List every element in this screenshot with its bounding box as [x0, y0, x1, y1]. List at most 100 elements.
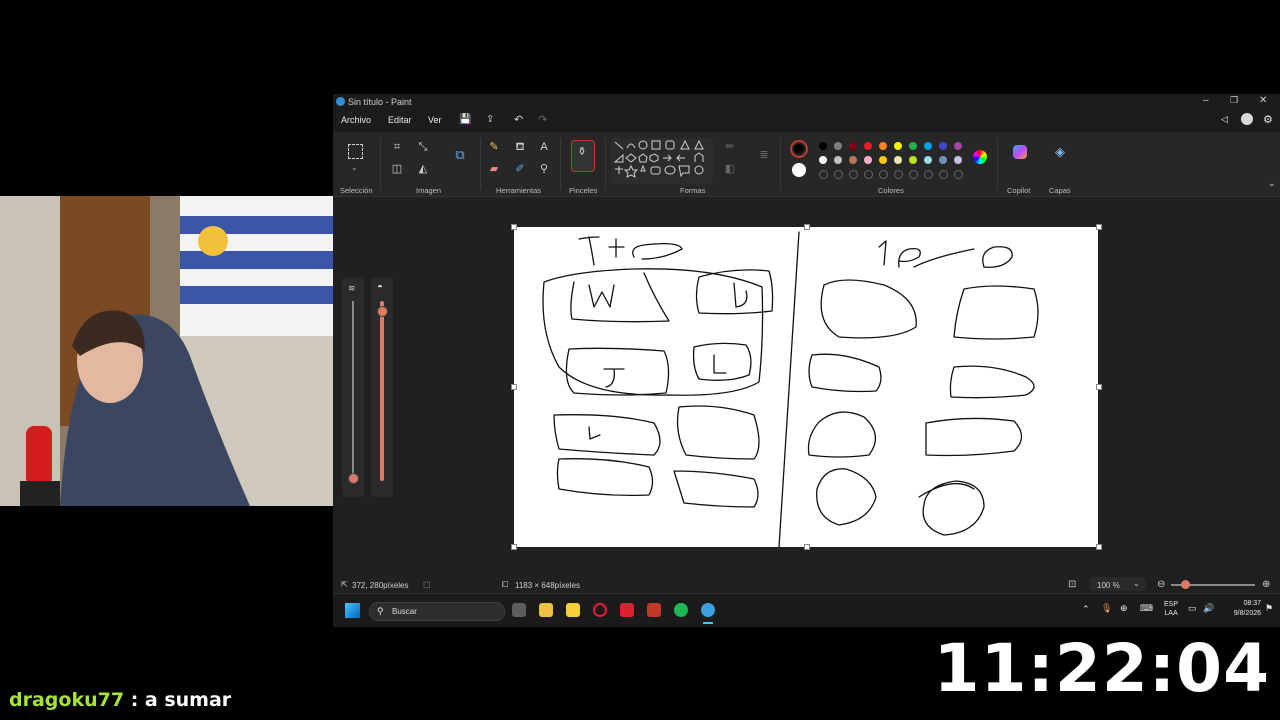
selection-dropdown-icon[interactable]: ⌄ — [351, 163, 358, 172]
wps-office-icon[interactable] — [620, 603, 634, 617]
palette-swatch-row1-10[interactable] — [954, 142, 962, 150]
custom-color-slot-1[interactable] — [819, 170, 828, 179]
edit-colors-icon[interactable] — [973, 150, 987, 164]
drawing-canvas[interactable] — [514, 227, 1098, 548]
image-select-icon[interactable]: ⧉ — [453, 148, 467, 161]
close-icon[interactable]: ✕ — [1259, 95, 1267, 106]
palette-swatch-row1-1[interactable] — [819, 142, 827, 150]
zoom-select[interactable]: 100 % ⌄ — [1091, 577, 1146, 591]
palette-swatch-row1-8[interactable] — [924, 142, 932, 150]
microphone-icon[interactable]: 🎙 — [1101, 603, 1112, 614]
canvas-handle-bottom[interactable] — [804, 544, 810, 550]
language-indicator[interactable]: ESP LAA — [1164, 600, 1178, 618]
text-icon[interactable]: A — [537, 141, 551, 153]
spotify-icon[interactable] — [674, 603, 688, 617]
palette-swatch-row1-3[interactable] — [849, 142, 857, 150]
palette-swatch-row2-9[interactable] — [939, 156, 947, 164]
streaming-app-icon[interactable] — [647, 603, 661, 617]
palette-swatch-row1-7[interactable] — [909, 142, 917, 150]
feedback-icon[interactable]: ◁ — [1221, 114, 1228, 125]
copilot-icon[interactable] — [1013, 145, 1027, 159]
palette-swatch-row2-6[interactable] — [894, 156, 902, 164]
palette-swatch-row1-5[interactable] — [879, 142, 887, 150]
palette-swatch-row2-10[interactable] — [954, 156, 962, 164]
custom-color-slot-5[interactable] — [879, 170, 888, 179]
custom-color-slot-10[interactable] — [954, 170, 963, 179]
palette-swatch-row2-5[interactable] — [879, 156, 887, 164]
show-hidden-icons[interactable]: ⌃ — [1082, 604, 1090, 615]
notifications-icon[interactable]: ⚑ — [1265, 603, 1273, 614]
secondary-color-swatch[interactable] — [792, 163, 806, 177]
palette-swatch-row2-8[interactable] — [924, 156, 932, 164]
account-icon[interactable] — [1241, 113, 1253, 125]
sticky-notes-icon[interactable] — [566, 603, 580, 617]
zoom-out-icon[interactable]: ⊖ — [1157, 579, 1165, 590]
restore-icon[interactable]: ❐ — [1230, 95, 1238, 106]
resize-icon[interactable]: ⤡ — [416, 141, 430, 153]
redo-icon[interactable]: ↷ — [538, 113, 547, 126]
opera-icon[interactable] — [593, 603, 607, 617]
palette-swatch-row2-3[interactable] — [849, 156, 857, 164]
custom-color-slot-4[interactable] — [864, 170, 873, 179]
display-icon[interactable]: ▭ — [1188, 603, 1197, 614]
keyboard-icon[interactable]: ⌨ — [1140, 603, 1153, 614]
palette-swatch-row1-6[interactable] — [894, 142, 902, 150]
canvas-handle-left[interactable] — [511, 384, 517, 390]
ribbon-collapse-icon[interactable]: ⌄ — [1268, 178, 1276, 189]
save-icon[interactable]: 💾 — [459, 114, 471, 125]
fill-icon[interactable]: ⛾ — [513, 141, 527, 153]
palette-swatch-row2-1[interactable] — [819, 156, 827, 164]
canvas-handle-bottom-left[interactable] — [511, 544, 517, 550]
menu-ver[interactable]: Ver — [428, 115, 442, 125]
task-view-icon[interactable] — [512, 603, 526, 617]
zoom-in-icon[interactable]: ⊕ — [1262, 579, 1270, 590]
palette-swatch-row2-7[interactable] — [909, 156, 917, 164]
share-icon[interactable]: ⇪ — [486, 114, 494, 125]
taskbar-search[interactable]: ⚲ Buscar — [369, 602, 505, 621]
stroke-size-icon[interactable]: ≣ — [757, 149, 771, 161]
magnifier-icon[interactable]: ⚲ — [537, 163, 551, 175]
paint-taskbar-icon[interactable] — [701, 603, 715, 617]
shapes-gallery[interactable] — [611, 138, 713, 184]
size-slider-track[interactable] — [352, 301, 354, 481]
size-slider-thumb[interactable] — [348, 473, 359, 485]
eraser-icon[interactable]: ▰ — [487, 163, 501, 175]
custom-color-slot-6[interactable] — [894, 170, 903, 179]
menu-editar[interactable]: Editar — [388, 115, 412, 125]
pencil-icon[interactable]: ✎ — [487, 141, 501, 153]
canvas-handle-bottom-right[interactable] — [1096, 544, 1102, 550]
palette-swatch-row1-9[interactable] — [939, 142, 947, 150]
outline-icon[interactable]: ✏ — [723, 141, 737, 153]
opacity-slider-track[interactable] — [380, 301, 384, 481]
zoom-slider-thumb[interactable] — [1181, 580, 1190, 589]
layers-icon[interactable]: ◈ — [1053, 145, 1067, 158]
start-windows-icon[interactable] — [345, 603, 360, 618]
opacity-slider-thumb[interactable] — [377, 306, 388, 317]
custom-color-slot-9[interactable] — [939, 170, 948, 179]
canvas-handle-right[interactable] — [1096, 384, 1102, 390]
volume-icon[interactable]: 🔊 — [1203, 603, 1214, 614]
file-explorer-icon[interactable] — [539, 603, 553, 617]
selection-tool-icon[interactable] — [348, 144, 363, 159]
color-picker-icon[interactable]: ✐ — [513, 163, 527, 175]
custom-color-slot-2[interactable] — [834, 170, 843, 179]
crop-icon[interactable]: ⌗ — [390, 141, 404, 153]
primary-color-slot[interactable] — [790, 140, 808, 158]
canvas-handle-top-right[interactable] — [1096, 224, 1102, 230]
palette-swatch-row2-4[interactable] — [864, 156, 872, 164]
menu-archivo[interactable]: Archivo — [341, 115, 371, 125]
rotate-icon[interactable]: ◭ — [416, 163, 430, 175]
palette-swatch-row1-2[interactable] — [834, 142, 842, 150]
palette-swatch-row1-4[interactable] — [864, 142, 872, 150]
fit-to-window-icon[interactable]: ⊡ — [1068, 579, 1076, 590]
minimize-icon[interactable]: – — [1203, 95, 1209, 106]
palette-swatch-row2-2[interactable] — [834, 156, 842, 164]
settings-gear-icon[interactable]: ⚙ — [1263, 113, 1273, 126]
custom-color-slot-8[interactable] — [924, 170, 933, 179]
custom-color-slot-7[interactable] — [909, 170, 918, 179]
image-adjust-icon[interactable]: ◫ — [390, 163, 404, 175]
undo-icon[interactable]: ↶ — [514, 113, 523, 126]
custom-color-slot-3[interactable] — [849, 170, 858, 179]
fill-shape-icon[interactable]: ◧ — [723, 163, 737, 175]
system-clock[interactable]: 08:37 9/8/2026 — [1221, 599, 1261, 619]
